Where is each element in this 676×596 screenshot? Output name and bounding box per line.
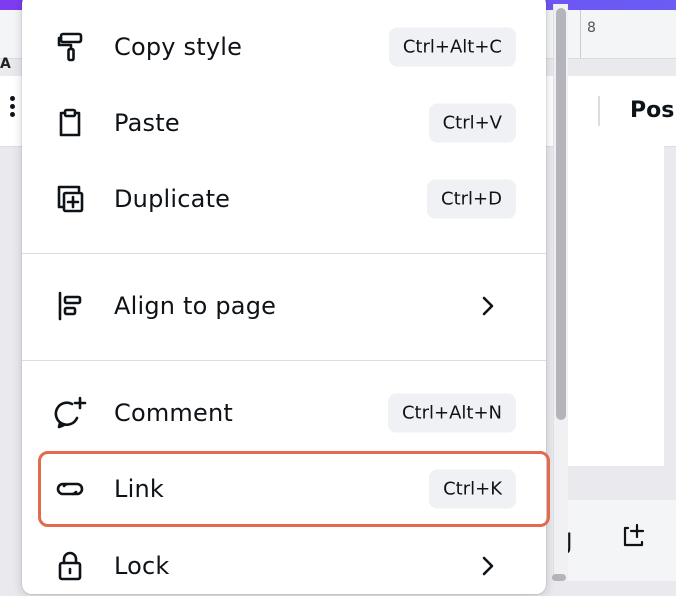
duplicate-icon xyxy=(52,181,88,217)
left-partial-label: A xyxy=(0,56,11,72)
menu-item-label: Duplicate xyxy=(114,185,231,213)
chevron-right-icon xyxy=(478,554,498,578)
align-left-icon xyxy=(52,288,88,324)
ruler-tick xyxy=(580,10,581,58)
menu-item-label: Comment xyxy=(114,399,233,427)
menu-divider xyxy=(22,360,546,361)
comment-add-icon xyxy=(52,395,88,431)
toolbar-position-button[interactable]: Pos xyxy=(630,98,674,123)
add-page-icon[interactable] xyxy=(620,522,648,550)
shortcut-badge: Ctrl+D xyxy=(427,179,516,219)
page-scrollbar-thumb[interactable] xyxy=(552,574,566,581)
more-options-icon[interactable] xyxy=(10,96,16,120)
menu-item-label: Align to page xyxy=(114,292,277,320)
toolbar-divider xyxy=(598,96,600,126)
menu-item-copy-style[interactable]: Copy style Ctrl+Alt+C xyxy=(22,17,546,77)
shortcut-badge: Ctrl+K xyxy=(429,469,516,509)
menu-item-label: Lock xyxy=(114,552,170,580)
shortcut-badge: Ctrl+Alt+C xyxy=(388,27,516,67)
chevron-right-icon xyxy=(478,294,498,318)
menu-item-align-to-page[interactable]: Align to page xyxy=(22,276,546,336)
menu-item-paste[interactable]: Paste Ctrl+V xyxy=(22,93,546,153)
menu-item-lock[interactable]: Lock xyxy=(22,536,546,596)
canvas-footer xyxy=(560,500,676,581)
menu-scrollbar-thumb[interactable] xyxy=(556,8,566,420)
menu-item-label: Copy style xyxy=(114,33,243,61)
lock-icon xyxy=(52,548,88,584)
paint-roller-icon xyxy=(52,29,88,65)
shortcut-badge: Ctrl+V xyxy=(428,103,516,143)
clipboard-icon xyxy=(52,105,88,141)
menu-item-link[interactable]: Link Ctrl+K xyxy=(22,459,546,519)
shortcut-badge: Ctrl+Alt+N xyxy=(387,393,516,433)
menu-item-label: Link xyxy=(114,475,164,503)
link-icon xyxy=(52,471,88,507)
ruler-number: 8 xyxy=(587,20,596,36)
menu-item-duplicate[interactable]: Duplicate Ctrl+D xyxy=(22,169,546,229)
menu-item-comment[interactable]: Comment Ctrl+Alt+N xyxy=(22,383,546,443)
menu-divider xyxy=(22,253,546,254)
menu-item-label: Paste xyxy=(114,109,180,137)
design-canvas[interactable] xyxy=(560,146,664,466)
